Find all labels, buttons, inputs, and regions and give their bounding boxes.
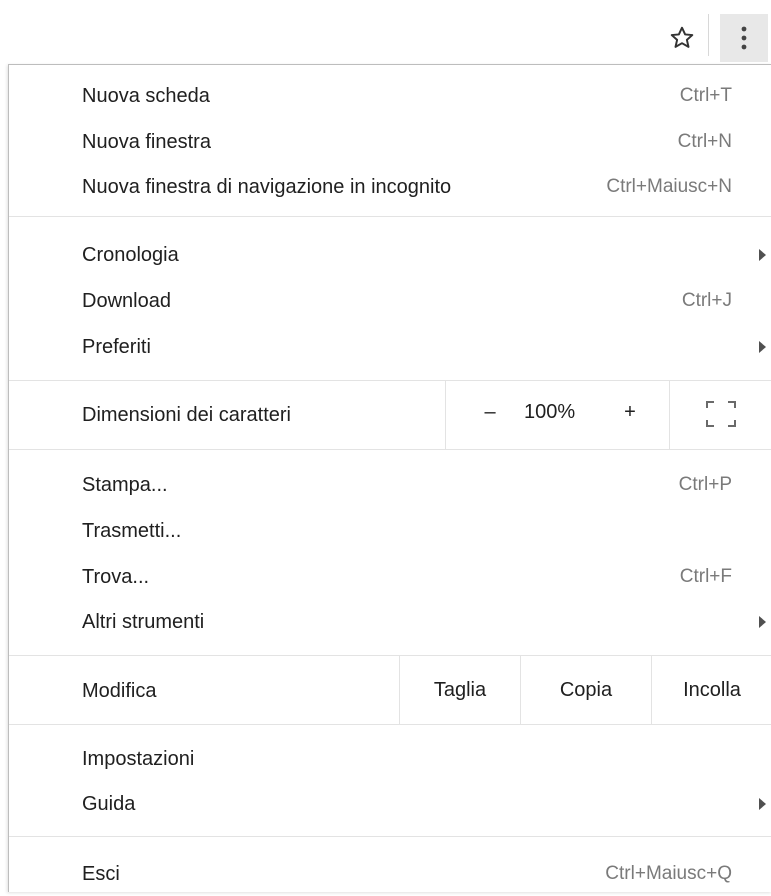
- menu-divider: [9, 380, 771, 381]
- menu-item-label: Stampa...: [82, 473, 168, 496]
- menu-item-label: Nuova finestra: [82, 130, 211, 153]
- menu-item-find[interactable]: Trova... Ctrl+F: [9, 555, 771, 599]
- zoom-level: 100%: [524, 401, 576, 423]
- menu-item-label: Nuova scheda: [82, 84, 210, 107]
- menu-item-shortcut: Ctrl+F: [679, 566, 732, 587]
- menu-item-label: Download: [82, 289, 171, 312]
- submenu-arrow-icon: [759, 798, 766, 810]
- menu-item-exit[interactable]: Esci Ctrl+Maiusc+Q: [9, 852, 771, 896]
- zoom-divider: [445, 381, 446, 449]
- menu-item-shortcut: Ctrl+J: [681, 290, 732, 311]
- menu-item-label: Cronologia: [82, 243, 179, 266]
- menu-item-shortcut: Ctrl+Maiusc+Q: [605, 863, 732, 884]
- zoom-in-button[interactable]: +: [615, 401, 645, 424]
- menu-item-shortcut: Ctrl+Maiusc+N: [606, 176, 732, 197]
- submenu-arrow-icon: [759, 616, 766, 628]
- zoom-out-button[interactable]: –: [475, 401, 505, 424]
- menu-item-shortcut: Ctrl+T: [679, 85, 732, 106]
- copy-button[interactable]: Copia: [521, 656, 651, 724]
- menu-item-label: Guida: [82, 792, 136, 815]
- menu-item-new-incognito-window[interactable]: Nuova finestra di navigazione in incogni…: [9, 165, 771, 209]
- menu-item-help[interactable]: Guida: [9, 782, 771, 826]
- star-outline-icon[interactable]: [664, 20, 700, 56]
- toolbar-separator: [708, 14, 709, 56]
- menu-item-new-tab[interactable]: Nuova scheda Ctrl+T: [9, 74, 771, 118]
- menu-item-downloads[interactable]: Download Ctrl+J: [9, 279, 771, 323]
- browser-main-menu: Nuova scheda Ctrl+T Nuova finestra Ctrl+…: [8, 64, 771, 892]
- menu-item-label: Impostazioni: [82, 747, 195, 770]
- menu-item-label: Nuova finestra di navigazione in incogni…: [82, 175, 452, 198]
- menu-item-cast[interactable]: Trasmetti...: [9, 509, 771, 553]
- menu-divider: [9, 836, 771, 837]
- menu-item-shortcut: Ctrl+N: [677, 131, 732, 152]
- menu-item-label: Altri strumenti: [82, 610, 205, 633]
- menu-item-bookmarks[interactable]: Preferiti: [9, 325, 771, 369]
- menu-item-label: Esci: [82, 862, 120, 885]
- submenu-arrow-icon: [759, 249, 766, 261]
- menu-item-history[interactable]: Cronologia: [9, 233, 771, 277]
- menu-item-more-tools[interactable]: Altri strumenti: [9, 600, 771, 644]
- three-dots-vertical-icon[interactable]: [720, 14, 768, 62]
- menu-divider: [9, 216, 771, 217]
- menu-divider: [9, 724, 771, 725]
- menu-row-zoom: Dimensioni dei caratteri: [9, 383, 771, 447]
- edit-label: Modifica: [82, 679, 157, 702]
- menu-item-new-window[interactable]: Nuova finestra Ctrl+N: [9, 120, 771, 164]
- menu-divider: [9, 449, 771, 450]
- zoom-label: Dimensioni dei caratteri: [82, 403, 291, 426]
- submenu-arrow-icon: [759, 341, 766, 353]
- cut-button[interactable]: Taglia: [400, 656, 520, 724]
- menu-item-label: Trova...: [82, 565, 150, 588]
- menu-item-label: Trasmetti...: [82, 519, 182, 542]
- menu-item-label: Preferiti: [82, 335, 151, 358]
- menu-item-settings[interactable]: Impostazioni: [9, 737, 771, 781]
- browser-toolbar: [0, 0, 771, 64]
- menu-item-print[interactable]: Stampa... Ctrl+P: [9, 463, 771, 507]
- fullscreen-icon[interactable]: [704, 399, 738, 429]
- paste-button[interactable]: Incolla: [652, 656, 771, 724]
- menu-item-shortcut: Ctrl+P: [678, 474, 732, 495]
- zoom-divider: [669, 381, 670, 449]
